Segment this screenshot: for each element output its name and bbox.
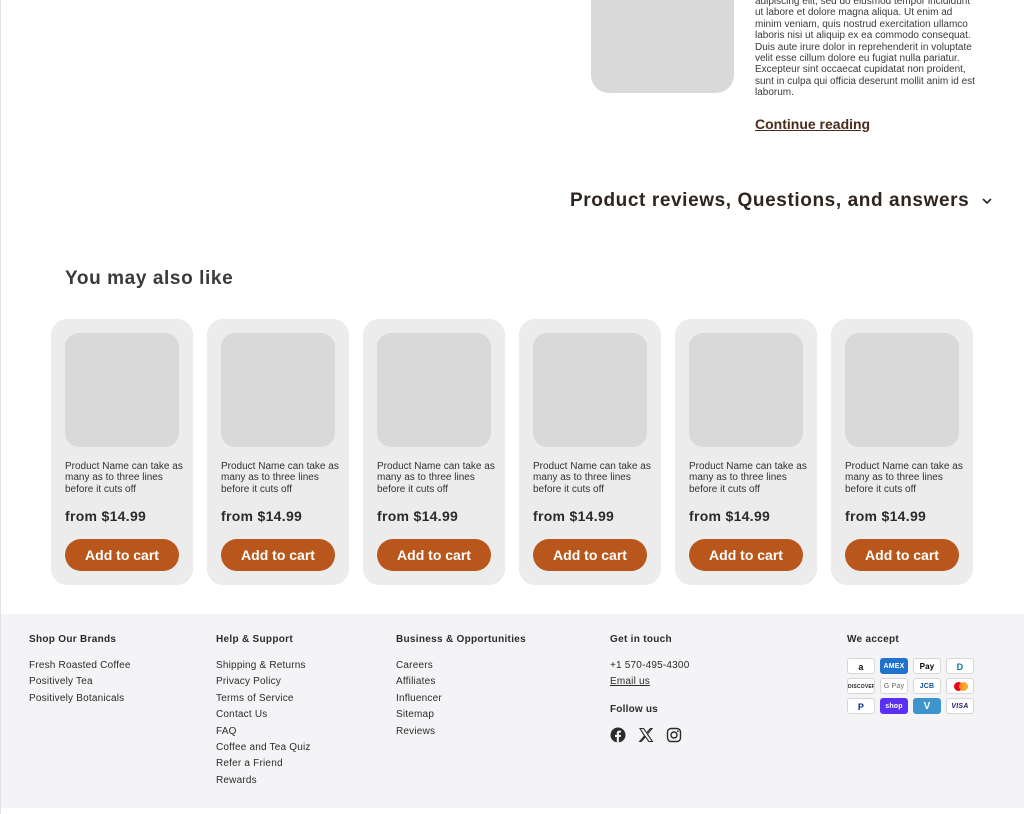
product-image xyxy=(591,0,734,93)
product-carousel: Product Name can take as many as to thre… xyxy=(51,319,973,585)
product-card-image[interactable] xyxy=(689,333,803,447)
page: adipiscing elit, sed do eiusmod tempor i… xyxy=(0,0,1024,814)
paypal-icon: P xyxy=(847,698,875,714)
product-card-price: from $14.99 xyxy=(221,508,303,524)
footer-link[interactable]: Affiliates xyxy=(396,674,526,690)
site-footer: Shop Our Brands Fresh Roasted Coffee Pos… xyxy=(1,614,1024,808)
product-card-price: from $14.99 xyxy=(377,508,459,524)
footer-support-column: Help & Support Shipping & Returns Privac… xyxy=(216,634,311,789)
continue-reading-link[interactable]: Continue reading xyxy=(755,116,870,132)
footer-business-heading: Business & Opportunities xyxy=(396,634,526,645)
footer-link[interactable]: Fresh Roasted Coffee xyxy=(29,658,131,674)
amazon-pay-icon: a xyxy=(847,658,875,674)
footer-link[interactable]: Sitemap xyxy=(396,707,526,723)
related-heading: You may also like xyxy=(65,268,234,289)
footer-link[interactable]: Influencer xyxy=(396,691,526,707)
footer-payments-column: We accept a AMEX Pay D DISCOVER G Pay JC… xyxy=(847,634,974,714)
email-link[interactable]: Email us xyxy=(610,674,689,690)
product-card[interactable]: Product Name can take as many as to thre… xyxy=(51,319,193,585)
footer-contact-heading: Get in touch xyxy=(610,634,672,645)
reviews-accordion-heading[interactable]: Product reviews, Questions, and answers xyxy=(570,190,969,212)
footer-link[interactable]: Coffee and Tea Quiz xyxy=(216,740,311,756)
facebook-icon[interactable] xyxy=(610,727,626,743)
footer-link[interactable]: Terms of Service xyxy=(216,691,311,707)
instagram-icon[interactable] xyxy=(666,727,682,743)
product-card-price: from $14.99 xyxy=(689,508,771,524)
add-to-cart-button[interactable]: Add to cart xyxy=(221,539,335,571)
footer-link[interactable]: Contact Us xyxy=(216,707,311,723)
product-card-price: from $14.99 xyxy=(65,508,147,524)
footer-business-column: Business & Opportunities Careers Affilia… xyxy=(396,634,526,740)
footer-link[interactable]: Reviews xyxy=(396,724,526,740)
diners-club-icon: D xyxy=(946,658,974,674)
x-icon[interactable] xyxy=(638,727,654,743)
footer-contact-column: Get in touch +1 570-495-4300 Email us Fo… xyxy=(610,634,689,743)
footer-brands-column: Shop Our Brands Fresh Roasted Coffee Pos… xyxy=(29,634,131,707)
footer-link[interactable]: Rewards xyxy=(216,773,311,789)
product-card-image[interactable] xyxy=(221,333,335,447)
footer-support-heading: Help & Support xyxy=(216,634,293,645)
chevron-down-icon[interactable] xyxy=(980,194,994,208)
product-card-image[interactable] xyxy=(533,333,647,447)
footer-link[interactable]: Shipping & Returns xyxy=(216,658,311,674)
product-description: adipiscing elit, sed do eiusmod tempor i… xyxy=(755,0,975,99)
google-pay-icon: G Pay xyxy=(880,678,908,694)
product-card[interactable]: Product Name can take as many as to thre… xyxy=(831,319,973,585)
shop-pay-icon: shop xyxy=(880,698,908,714)
venmo-icon: V xyxy=(913,698,941,714)
footer-link[interactable]: Privacy Policy xyxy=(216,674,311,690)
jcb-icon: JCB xyxy=(913,678,941,694)
phone-link[interactable]: +1 570-495-4300 xyxy=(610,658,689,674)
product-card-name[interactable]: Product Name can take as many as to thre… xyxy=(533,461,651,495)
product-card-name[interactable]: Product Name can take as many as to thre… xyxy=(221,461,339,495)
footer-link[interactable]: Positively Botanicals xyxy=(29,691,131,707)
footer-link[interactable]: Positively Tea xyxy=(29,674,131,690)
add-to-cart-button[interactable]: Add to cart xyxy=(65,539,179,571)
footer-link[interactable]: FAQ xyxy=(216,724,311,740)
add-to-cart-button[interactable]: Add to cart xyxy=(689,539,803,571)
social-links xyxy=(610,727,689,743)
add-to-cart-button[interactable]: Add to cart xyxy=(377,539,491,571)
product-card-image[interactable] xyxy=(845,333,959,447)
product-card-price: from $14.99 xyxy=(533,508,615,524)
footer-link[interactable]: Careers xyxy=(396,658,526,674)
product-card[interactable]: Product Name can take as many as to thre… xyxy=(519,319,661,585)
product-card-name[interactable]: Product Name can take as many as to thre… xyxy=(689,461,807,495)
footer-payments-heading: We accept xyxy=(847,634,899,645)
add-to-cart-button[interactable]: Add to cart xyxy=(533,539,647,571)
product-card-name[interactable]: Product Name can take as many as to thre… xyxy=(377,461,495,495)
product-card[interactable]: Product Name can take as many as to thre… xyxy=(207,319,349,585)
product-card-image[interactable] xyxy=(377,333,491,447)
footer-brands-heading: Shop Our Brands xyxy=(29,634,117,645)
payment-methods: a AMEX Pay D DISCOVER G Pay JCB P shop V… xyxy=(847,658,974,714)
footer-link[interactable]: Refer a Friend xyxy=(216,756,311,772)
discover-icon: DISCOVER xyxy=(847,678,875,694)
apple-pay-icon: Pay xyxy=(913,658,941,674)
product-card[interactable]: Product Name can take as many as to thre… xyxy=(363,319,505,585)
amex-icon: AMEX xyxy=(880,658,908,674)
product-card-price: from $14.99 xyxy=(845,508,927,524)
mastercard-icon xyxy=(946,678,974,694)
visa-icon: VISA xyxy=(946,698,974,714)
follow-us-heading: Follow us xyxy=(610,703,658,715)
product-card-name[interactable]: Product Name can take as many as to thre… xyxy=(65,461,183,495)
product-card-name[interactable]: Product Name can take as many as to thre… xyxy=(845,461,963,495)
product-card-image[interactable] xyxy=(65,333,179,447)
product-card[interactable]: Product Name can take as many as to thre… xyxy=(675,319,817,585)
add-to-cart-button[interactable]: Add to cart xyxy=(845,539,959,571)
